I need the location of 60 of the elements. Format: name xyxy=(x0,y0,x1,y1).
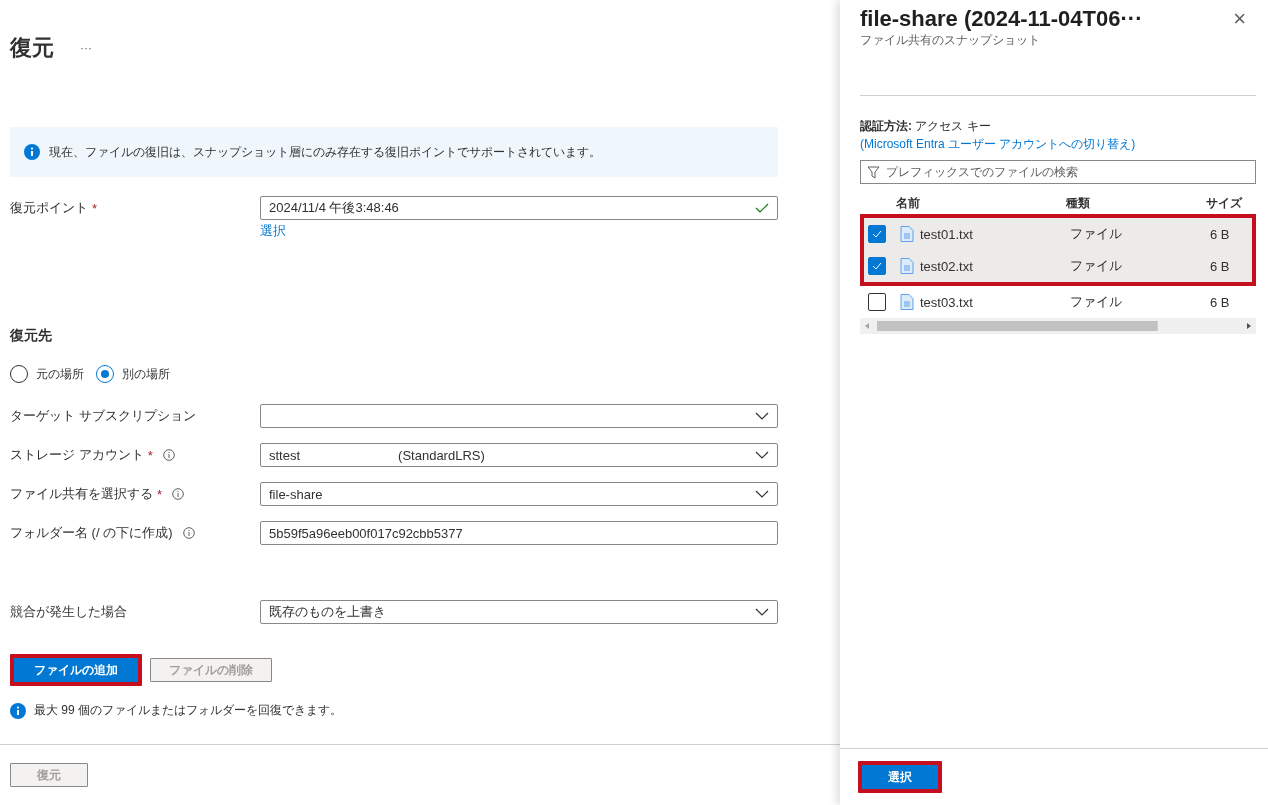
panel-subtitle: ファイル共有のスナップショット xyxy=(860,32,1041,49)
select-link[interactable]: 選択 xyxy=(260,222,778,240)
checkbox[interactable] xyxy=(868,225,886,243)
select-field[interactable]: file-share xyxy=(260,482,778,506)
check-icon xyxy=(871,260,883,272)
file-row[interactable]: test02.txt ファイル 6 B xyxy=(860,250,1256,286)
field-label: ターゲット サブスクリプション xyxy=(10,407,196,425)
column-header[interactable]: サイズ xyxy=(1206,194,1256,212)
file-row[interactable]: test01.txt ファイル 6 B xyxy=(860,214,1256,250)
checkbox[interactable] xyxy=(868,257,886,275)
table-cell-text: 6 B xyxy=(1210,294,1231,310)
select-field[interactable] xyxy=(260,404,778,428)
field-label: 競合が発生した場合 xyxy=(10,603,127,621)
field-label: ファイル共有を選択する xyxy=(10,485,153,503)
file-icon xyxy=(900,258,914,274)
section-heading: 復元先 xyxy=(10,327,53,345)
radio-label: 別の場所 xyxy=(122,365,170,383)
checkbox[interactable] xyxy=(868,293,886,311)
add-file-button[interactable]: ファイルの追加 xyxy=(10,654,142,686)
file-name: test03.txt xyxy=(920,294,973,310)
note-text: 最大 99 個のファイルまたはフォルダーを回復できます。 xyxy=(34,702,342,719)
more-options[interactable]: ··· xyxy=(80,40,92,55)
required-mark: * xyxy=(147,447,153,463)
select-field[interactable]: 既存のものを上書き xyxy=(260,600,778,624)
page-title: 復元 xyxy=(10,33,54,62)
file-name: test02.txt xyxy=(920,258,973,274)
switch-account-link[interactable]: (Microsoft Entra ユーザー アカウントへの切り替え) xyxy=(860,136,1256,152)
table-cell-text: ファイル xyxy=(1070,225,1123,243)
file-icon xyxy=(900,226,914,242)
text-field[interactable]: 2024/11/4 午後3:48:46 xyxy=(260,196,778,220)
close-button[interactable]: × xyxy=(1223,6,1256,32)
info-icon xyxy=(24,144,40,160)
info-icon[interactable] xyxy=(162,449,175,461)
filter-icon xyxy=(867,165,880,179)
file-name: test01.txt xyxy=(920,226,973,242)
radio-label: 元の場所 xyxy=(36,365,84,383)
search-field[interactable]: プレフィックスでのファイルの検索 xyxy=(860,160,1256,184)
column-header[interactable]: 種類 xyxy=(1066,194,1206,212)
table-cell-text: 6 B xyxy=(1210,226,1231,242)
info-icon xyxy=(10,702,26,719)
info-icon[interactable] xyxy=(182,527,195,539)
field-label: フォルダー名 (/ の下に作成) xyxy=(10,524,173,542)
required-mark: * xyxy=(157,486,163,502)
select-button[interactable]: 選択 xyxy=(858,761,942,793)
select-field[interactable]: sttest (StandardLRS) xyxy=(260,443,778,467)
auth-text: 認証方法: アクセス キー (Microsoft Entra ユーザー アカウントへの切り替え) xyxy=(860,118,1256,152)
table-cell-text: ファイル xyxy=(1070,257,1123,275)
table-cell-text: ファイル xyxy=(1070,293,1123,311)
file-icon xyxy=(900,294,914,310)
table-cell-text: 6 B xyxy=(1210,258,1231,274)
info-icon[interactable] xyxy=(172,488,185,500)
panel-title: file-share (2024-11-04T06··· xyxy=(860,6,1143,32)
column-header[interactable]: 名前 xyxy=(896,194,1066,212)
field-label: 復元ポイント xyxy=(10,199,88,217)
field-label: ストレージ アカウント xyxy=(10,446,144,464)
banner-text: 現在、ファイルの復旧は、スナップショット層にのみ存在する復旧ポイントでサポートされています。 xyxy=(49,143,601,161)
required-mark: * xyxy=(92,200,98,216)
check-icon xyxy=(871,228,883,240)
horizontal-scrollbar[interactable] xyxy=(860,318,1256,334)
text-field[interactable]: 5b59f5a96eeb00f017c92cbb5377 xyxy=(260,521,778,545)
